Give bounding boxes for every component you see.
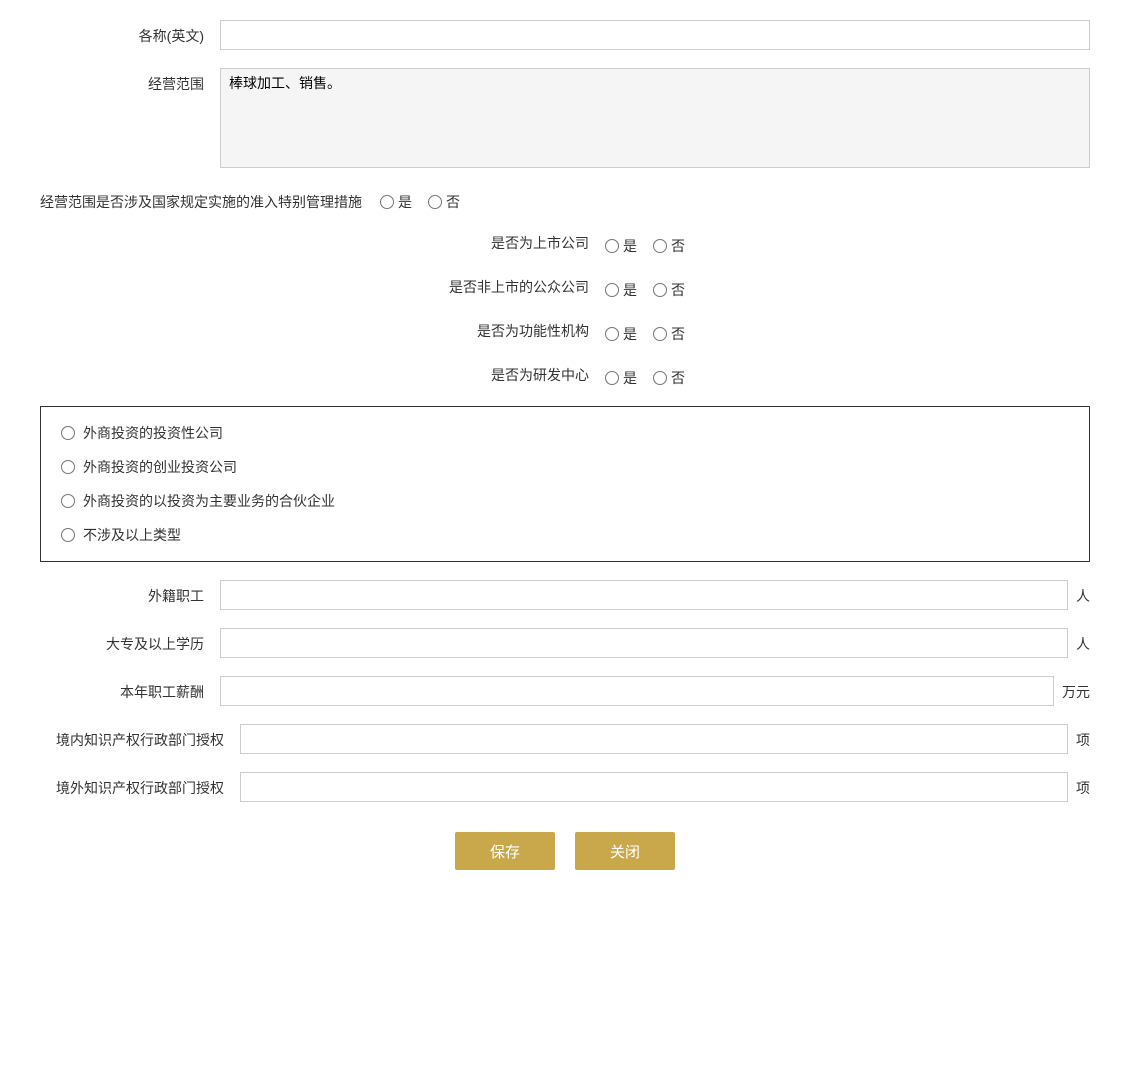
button-row: 保存 关闭 [40, 832, 1090, 890]
college-edu-suffix: 人 [1068, 628, 1090, 654]
listed-yes-option[interactable]: 是 [605, 236, 637, 256]
public-company-radio-group: 是 否 [605, 274, 685, 300]
functional-no-label: 否 [671, 324, 685, 344]
rd-yes-label: 是 [623, 368, 637, 388]
foreign-staff-suffix: 人 [1068, 580, 1090, 606]
listed-no-label: 否 [671, 236, 685, 256]
special-mgmt-no-label: 否 [446, 192, 460, 212]
foreign-staff-input[interactable] [220, 580, 1068, 610]
close-button[interactable]: 关闭 [575, 832, 675, 870]
venture-company-label: 外商投资的创业投资公司 [83, 457, 237, 477]
partnership-label: 外商投资的以投资为主要业务的合伙企业 [83, 491, 335, 511]
public-no-radio[interactable] [653, 283, 667, 297]
public-company-label: 是否非上市的公众公司 [445, 277, 605, 297]
special-mgmt-label: 经营范围是否涉及国家规定实施的准入特别管理措施 [40, 186, 380, 212]
listed-no-option[interactable]: 否 [653, 236, 685, 256]
name-en-row: 各称(英文) [40, 20, 1090, 50]
partnership-option[interactable]: 外商投资的以投资为主要业务的合伙企业 [61, 491, 1069, 511]
special-mgmt-no-radio[interactable] [428, 195, 442, 209]
functional-no-radio[interactable] [653, 327, 667, 341]
foreign-ip-row: 境外知识产权行政部门授权 项 [40, 772, 1090, 802]
rd-yes-option[interactable]: 是 [605, 368, 637, 388]
business-scope-row: 经营范围 棒球加工、销售。 [40, 68, 1090, 168]
not-involved-radio[interactable] [61, 528, 75, 542]
functional-yes-radio[interactable] [605, 327, 619, 341]
venture-company-radio[interactable] [61, 460, 75, 474]
not-involved-label: 不涉及以上类型 [83, 525, 181, 545]
investment-company-option[interactable]: 外商投资的投资性公司 [61, 423, 1069, 443]
functional-org-radio-group: 是 否 [605, 318, 685, 344]
domestic-ip-label: 境内知识产权行政部门授权 [40, 724, 240, 750]
save-button[interactable]: 保存 [455, 832, 555, 870]
annual-salary-input[interactable] [220, 676, 1054, 706]
form-container: 各称(英文) 经营范围 棒球加工、销售。 经营范围是否涉及国家规定实施的准入特别… [40, 20, 1090, 890]
name-en-label: 各称(英文) [40, 20, 220, 46]
domestic-ip-input[interactable] [240, 724, 1068, 754]
investment-company-radio[interactable] [61, 426, 75, 440]
rd-no-radio[interactable] [653, 371, 667, 385]
rd-no-option[interactable]: 否 [653, 368, 685, 388]
investment-company-label: 外商投资的投资性公司 [83, 423, 223, 443]
functional-yes-option[interactable]: 是 [605, 324, 637, 344]
domestic-ip-suffix: 项 [1068, 724, 1090, 750]
special-mgmt-row: 经营范围是否涉及国家规定实施的准入特别管理措施 是 否 [40, 186, 1090, 212]
business-scope-label: 经营范围 [40, 68, 220, 94]
public-yes-radio[interactable] [605, 283, 619, 297]
foreign-ip-input[interactable] [240, 772, 1068, 802]
college-edu-label: 大专及以上学历 [40, 628, 220, 654]
functional-org-label: 是否为功能性机构 [445, 321, 605, 341]
public-company-row: 是否非上市的公众公司 是 否 [40, 274, 1090, 300]
public-yes-option[interactable]: 是 [605, 280, 637, 300]
listed-company-row: 是否为上市公司 是 否 [40, 230, 1090, 256]
venture-company-option[interactable]: 外商投资的创业投资公司 [61, 457, 1069, 477]
foreign-ip-suffix: 项 [1068, 772, 1090, 798]
special-mgmt-yes-option[interactable]: 是 [380, 192, 412, 212]
partnership-radio[interactable] [61, 494, 75, 508]
name-en-input[interactable] [220, 20, 1090, 50]
listed-company-radio-group: 是 否 [605, 230, 685, 256]
special-mgmt-radio-group: 是 否 [380, 186, 460, 212]
listed-company-label: 是否为上市公司 [445, 233, 605, 253]
public-no-label: 否 [671, 280, 685, 300]
foreign-staff-row: 外籍职工 人 [40, 580, 1090, 610]
public-no-option[interactable]: 否 [653, 280, 685, 300]
business-scope-textarea[interactable]: 棒球加工、销售。 [220, 68, 1090, 168]
not-involved-option[interactable]: 不涉及以上类型 [61, 525, 1069, 545]
annual-salary-label: 本年职工薪酬 [40, 676, 220, 702]
rd-center-radio-group: 是 否 [605, 362, 685, 388]
college-edu-row: 大专及以上学历 人 [40, 628, 1090, 658]
domestic-ip-row: 境内知识产权行政部门授权 项 [40, 724, 1090, 754]
special-mgmt-no-option[interactable]: 否 [428, 192, 460, 212]
foreign-staff-label: 外籍职工 [40, 580, 220, 606]
college-edu-input[interactable] [220, 628, 1068, 658]
foreign-ip-label: 境外知识产权行政部门授权 [40, 772, 240, 798]
functional-yes-label: 是 [623, 324, 637, 344]
functional-no-option[interactable]: 否 [653, 324, 685, 344]
annual-salary-suffix: 万元 [1054, 676, 1090, 702]
functional-org-row: 是否为功能性机构 是 否 [40, 318, 1090, 344]
special-mgmt-yes-radio[interactable] [380, 195, 394, 209]
rd-center-label: 是否为研发中心 [445, 365, 605, 385]
listed-yes-label: 是 [623, 236, 637, 256]
annual-salary-row: 本年职工薪酬 万元 [40, 676, 1090, 706]
special-mgmt-yes-label: 是 [398, 192, 412, 212]
rd-yes-radio[interactable] [605, 371, 619, 385]
rd-no-label: 否 [671, 368, 685, 388]
investment-type-box: 外商投资的投资性公司 外商投资的创业投资公司 外商投资的以投资为主要业务的合伙企… [40, 406, 1090, 562]
rd-center-row: 是否为研发中心 是 否 [40, 362, 1090, 388]
listed-yes-radio[interactable] [605, 239, 619, 253]
listed-no-radio[interactable] [653, 239, 667, 253]
public-yes-label: 是 [623, 280, 637, 300]
